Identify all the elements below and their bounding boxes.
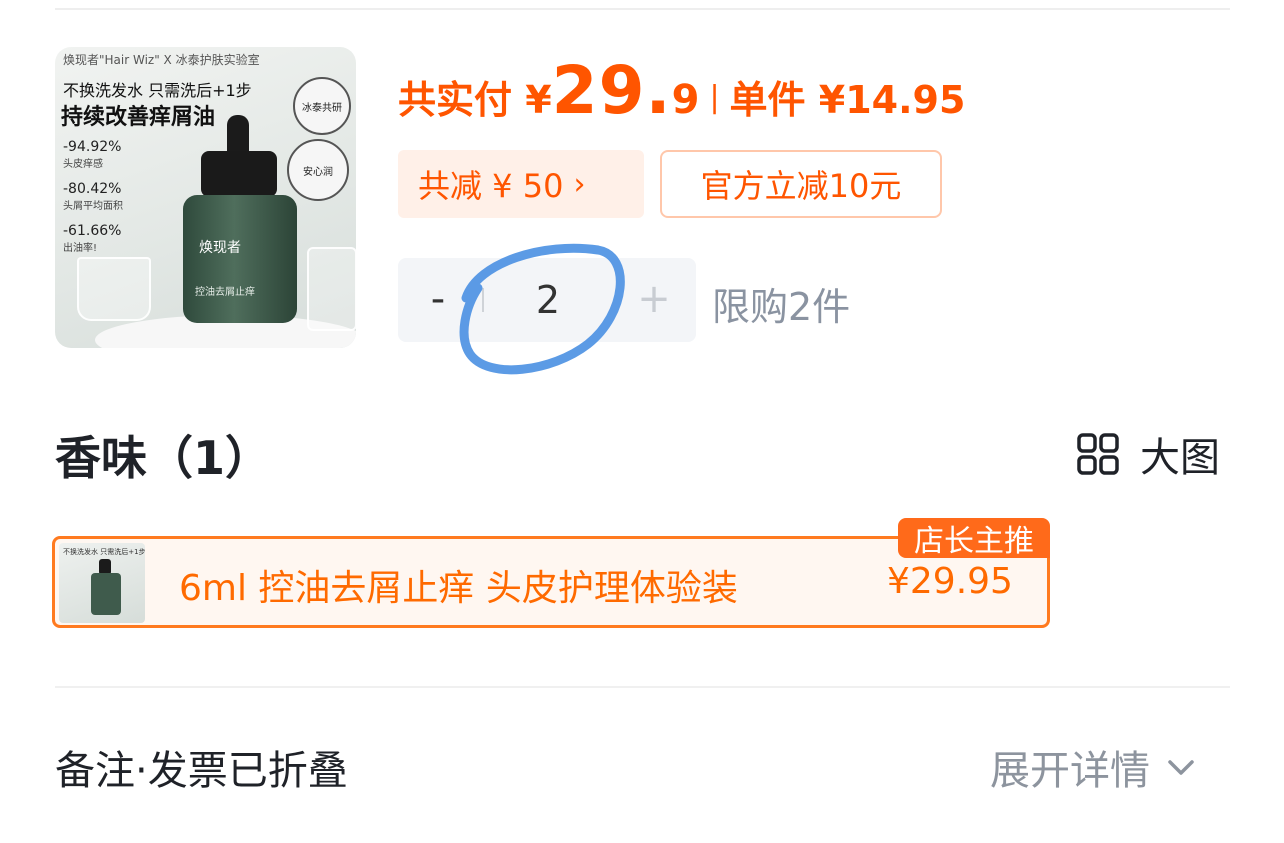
chevron-right-icon: ›	[573, 166, 586, 202]
grid-icon	[1077, 433, 1119, 475]
product-stat: -61.66% 出油率!	[63, 223, 122, 254]
total-discount-text: 共减 ¥ 50	[418, 167, 564, 205]
total-discount-chip[interactable]: 共减 ¥ 50 ›	[398, 150, 644, 218]
remarks-invoice-label: 备注·发票已折叠	[55, 748, 348, 794]
expand-details-button[interactable]: 展开详情	[990, 738, 1198, 796]
top-divider	[55, 8, 1230, 10]
official-discount-text: 官方立减10元	[700, 167, 902, 205]
variant-thumbnail: 不换洗发水 只需洗后+1步	[59, 543, 145, 623]
quantity-stepper: - 2 +	[398, 258, 696, 342]
price-separator: |	[709, 80, 720, 115]
total-price-decimal: 9	[671, 77, 700, 123]
quantity-value[interactable]: 2	[526, 278, 570, 322]
price-summary: 共实付 ¥29.9 | 单件 ¥14.95	[398, 52, 965, 129]
variant-name: 6ml 控油去屑止痒 头皮护理体验装	[179, 568, 738, 609]
product-stat: -80.42% 头屑平均面积	[63, 181, 123, 212]
expand-details-label: 展开详情	[990, 748, 1150, 794]
bottle-sublabel: 控油去屑止痒	[195, 287, 255, 298]
increase-button[interactable]: +	[636, 276, 672, 322]
bottle-label: 焕现者	[199, 240, 241, 256]
chevron-down-icon	[1168, 760, 1194, 775]
store-recommend-tag: 店长主推	[898, 518, 1050, 559]
official-discount-chip: 官方立减10元	[660, 150, 942, 218]
unit-price: 单件 ¥14.95	[729, 78, 966, 122]
total-price-label: 共实付 ¥	[398, 78, 552, 122]
serum-bottle-icon: 焕现者 控油去屑止痒	[183, 195, 297, 323]
variant-price: ¥29.95	[887, 561, 1013, 602]
product-headline-2: 持续改善痒屑油	[61, 105, 216, 130]
section-divider	[55, 686, 1230, 688]
safety-badge: 安心润	[287, 139, 349, 201]
flask-icon	[77, 257, 151, 321]
purchase-limit: 限购2件	[712, 285, 851, 329]
bottle-cap-shape	[227, 115, 249, 155]
serum-bottle-icon	[91, 573, 121, 615]
large-view-toggle[interactable]: 大图	[1076, 430, 1220, 481]
co-research-badge: 冰泰共研	[293, 77, 351, 135]
product-brand-line: 焕现者"Hair Wiz" X 冰泰护肤实验室	[63, 53, 260, 67]
variant-section-title: 香味（1）	[55, 431, 272, 485]
product-stat: -94.92% 头皮痒感	[63, 139, 122, 170]
product-headline-1: 不换洗发水 只需洗后+1步	[63, 81, 252, 100]
large-view-label: 大图	[1140, 435, 1220, 481]
total-price-integer: 29.	[551, 52, 672, 129]
variant-thumbnail-text: 不换洗发水 只需洗后+1步	[63, 548, 145, 556]
bottle-dropper-shape	[201, 151, 277, 197]
product-image[interactable]: 焕现者"Hair Wiz" X 冰泰护肤实验室 不换洗发水 只需洗后+1步 持续…	[55, 47, 356, 348]
stepper-divider	[482, 288, 484, 312]
decrease-button[interactable]: -	[420, 276, 456, 322]
beaker-icon	[307, 247, 356, 331]
